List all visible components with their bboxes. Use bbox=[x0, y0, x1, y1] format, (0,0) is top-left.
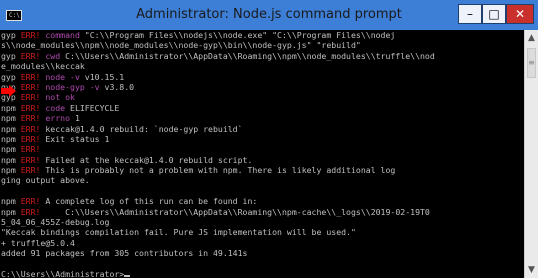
console-text: ERR! bbox=[20, 123, 41, 134]
console-text: npm bbox=[1, 102, 21, 113]
console-text: npm bbox=[1, 133, 21, 144]
minimize-button[interactable]: – bbox=[458, 4, 482, 24]
console-text: ERR! bbox=[20, 102, 41, 113]
console-text: ERR! bbox=[20, 133, 41, 144]
console-text: gyp bbox=[1, 30, 21, 40]
console-text: ging output above. bbox=[1, 175, 90, 186]
console-text: C:\\Users\\Administrator\\AppData\\Roami… bbox=[60, 50, 435, 61]
console-text: not ok bbox=[40, 92, 75, 103]
console-line: + truffle@5.0.4 bbox=[1, 238, 435, 248]
vertical-scrollbar[interactable]: ▲ ≡ ▼ bbox=[524, 30, 538, 278]
console-text: npm bbox=[1, 144, 21, 155]
chevron-up-icon[interactable]: ▲ bbox=[525, 33, 538, 43]
console-text: v3.8.0 bbox=[99, 81, 135, 92]
scrollbar-thumb[interactable]: ≡ bbox=[527, 48, 536, 78]
title-bar[interactable]: C:\ Administrator: Node.js command promp… bbox=[0, 0, 538, 30]
console-text: 1 bbox=[70, 113, 80, 124]
console-text: npm bbox=[1, 206, 21, 217]
console-text: ERR! bbox=[20, 196, 41, 207]
console-line: gyp ERR! command "C:\\Program Files\\nod… bbox=[1, 30, 435, 40]
console-line: added 91 packages from 305 contributors … bbox=[1, 248, 435, 258]
console-line: gyp ERR! not ok bbox=[1, 92, 435, 102]
console-line: npm ERR! keccak@1.4.0 rebuild: `node-gyp… bbox=[1, 124, 435, 134]
console-text: ERR! bbox=[20, 50, 41, 61]
close-icon: ✕ bbox=[514, 7, 526, 21]
console-text: npm bbox=[1, 154, 21, 165]
console-text: npm bbox=[1, 113, 21, 124]
console-text: keccak@1.4.0 rebuild: `node-gyp rebuild` bbox=[40, 123, 243, 134]
console-text: gyp bbox=[1, 71, 21, 82]
console-text: node -v bbox=[40, 71, 80, 82]
console-text: "C:\\Program Files\\nodejs\\node.exe" "C… bbox=[79, 30, 396, 40]
console-text: 5_04_06_455Z-debug.log bbox=[1, 217, 110, 228]
console-line: "Keccak bindings compilation fail. Pure … bbox=[1, 227, 435, 237]
console-text: node-gyp -v bbox=[40, 81, 100, 92]
text-cursor bbox=[124, 274, 131, 277]
console-text: cwd bbox=[40, 50, 61, 61]
console-text: Exit status 1 bbox=[40, 133, 110, 144]
red-arrow-icon bbox=[1, 85, 16, 97]
console-line: npm ERR! bbox=[1, 144, 435, 154]
console-text: e_modules\\keccak bbox=[1, 61, 85, 72]
console-text: A complete log of this run can be found … bbox=[40, 196, 258, 207]
console-text: gyp bbox=[1, 50, 21, 61]
console-text: ERR! bbox=[20, 71, 41, 82]
console-lines: gyp ERR! command "C:\\Program Files\\nod… bbox=[1, 30, 435, 278]
console-text: errno bbox=[40, 113, 71, 124]
console-text: added 91 packages from 305 contributors … bbox=[1, 248, 248, 259]
command-prompt-window: C:\ Administrator: Node.js command promp… bbox=[0, 0, 538, 278]
console-text: npm bbox=[1, 165, 21, 176]
maximize-button[interactable]: □ bbox=[482, 4, 506, 24]
red-arrow-shape bbox=[1, 85, 16, 97]
console-text: "Keccak bindings compilation fail. Pure … bbox=[1, 227, 356, 238]
console-line: gyp ERR! node -v v10.15.1 bbox=[1, 72, 435, 82]
console-line: npm ERR! This is probably not a problem … bbox=[1, 165, 435, 175]
console-line: npm ERR! code ELIFECYCLE bbox=[1, 103, 435, 113]
console-text: ERR! bbox=[20, 113, 41, 124]
console-line: e_modules\\keccak bbox=[1, 61, 435, 71]
console-text: ERR! bbox=[20, 154, 41, 165]
console-line: npm ERR! A complete log of this run can … bbox=[1, 196, 435, 206]
console-line: npm ERR! errno 1 bbox=[1, 113, 435, 123]
console-line: s\\node_modules\\npm\\node_modules\\node… bbox=[1, 40, 435, 50]
console-line: npm ERR! Failed at the keccak@1.4.0 rebu… bbox=[1, 155, 435, 165]
chevron-down-icon[interactable]: ▼ bbox=[525, 265, 538, 275]
console-text: code bbox=[40, 102, 66, 113]
console-text: v10.15.1 bbox=[79, 71, 125, 82]
console-line: gyp ERR! cwd C:\\Users\\Administrator\\A… bbox=[1, 51, 435, 61]
console-text: npm bbox=[1, 123, 21, 134]
console-output[interactable]: gyp ERR! command "C:\\Program Files\\nod… bbox=[0, 30, 524, 278]
console-text: npm bbox=[1, 196, 21, 207]
console-text: command bbox=[40, 30, 80, 40]
console-line: npm ERR! C:\\Users\\Administrator\\AppDa… bbox=[1, 207, 435, 217]
console-text: ERR! bbox=[20, 165, 41, 176]
console-text: ERR! bbox=[20, 144, 41, 155]
console-text: C:\\Users\\Administrator\\AppData\\Roami… bbox=[40, 206, 430, 217]
console-text: ERR! bbox=[20, 206, 41, 217]
close-button[interactable]: ✕ bbox=[506, 4, 534, 24]
console-text: + truffle@5.0.4 bbox=[1, 237, 75, 248]
console-text: ERR! bbox=[20, 81, 41, 92]
console-line: C:\\Users\\Administrator> bbox=[1, 269, 435, 278]
console-text: C:\\Users\\Administrator> bbox=[1, 268, 125, 278]
console-line: npm ERR! Exit status 1 bbox=[1, 134, 435, 144]
console-text: ERR! bbox=[20, 30, 41, 40]
grip-icon: ≡ bbox=[528, 58, 535, 67]
maximize-icon: □ bbox=[488, 7, 500, 21]
console-text: ERR! bbox=[20, 92, 41, 103]
console-line: gyp ERR! node-gyp -v v3.8.0 bbox=[1, 82, 435, 92]
console-text: Failed at the keccak@1.4.0 rebuild scrip… bbox=[40, 154, 253, 165]
console-text: This is probably not a problem with npm.… bbox=[40, 165, 396, 176]
console-line: 5_04_06_455Z-debug.log bbox=[1, 217, 435, 227]
console-text: ELIFECYCLE bbox=[65, 102, 120, 113]
console-text: s\\node_modules\\npm\\node_modules\\node… bbox=[1, 40, 361, 51]
minimize-icon: – bbox=[467, 7, 473, 21]
console-line: ging output above. bbox=[1, 175, 435, 185]
